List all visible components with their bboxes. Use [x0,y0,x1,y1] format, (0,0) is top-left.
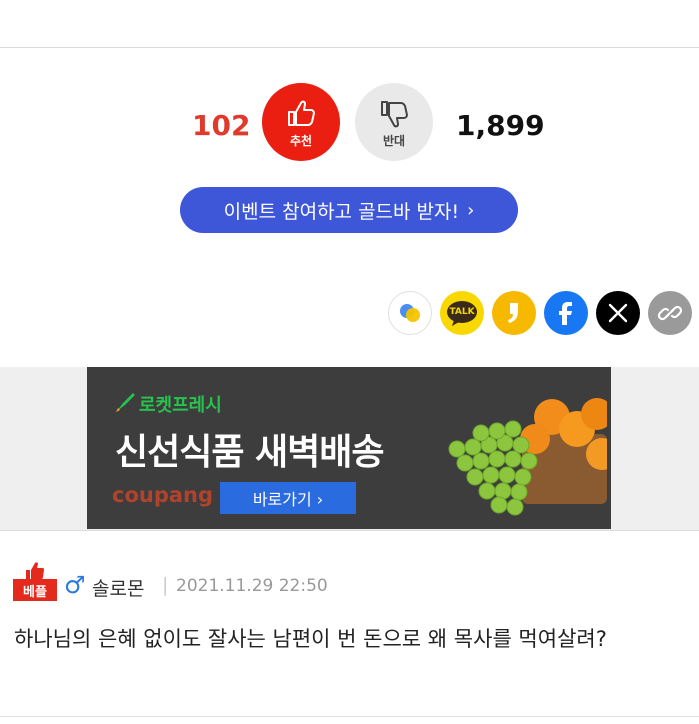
coupang-ad-banner[interactable]: 로켓프레시 신선식품 새벽배송 coupang 바로가기 › [87,367,611,529]
coupang-logo: coupang [112,483,213,507]
facebook-icon [559,302,572,325]
thumbs-down-icon [381,100,408,127]
event-button[interactable]: 이벤트 참여하고 골드바 받자! › [180,187,518,233]
kakaostory-icon [508,303,518,323]
facebook-share[interactable] [544,291,588,335]
thumbs-up-icon [288,100,315,126]
comment-text: 하나님의 은혜 없이도 잘사는 남편이 번 돈으로 왜 목사를 먹여살려? [14,627,607,651]
best-reply-badge: 베플 [13,561,57,601]
ad-go-button[interactable]: 바로가기 › [220,482,356,514]
oppose-label: 반대 [382,133,406,148]
top-divider [0,47,699,48]
share-bar: TALK [388,291,692,335]
comment-author[interactable]: 솔로몬 [92,574,144,601]
comment-divider [0,530,699,531]
ad-title: 신선식품 새벽배송 [115,432,384,473]
fruit-image [448,398,607,516]
kakaostory-share[interactable] [492,291,536,335]
recommend-label: 추천 [289,133,313,148]
kakao-stories-icon [400,304,420,322]
thumbs-up-icon [26,562,44,580]
rocket-icon [116,393,135,412]
x-icon [608,303,628,323]
recommend-count: 102 [192,109,251,142]
bottom-divider [0,716,699,717]
x-share[interactable] [596,291,640,335]
copy-link-share[interactable] [648,291,692,335]
ad-subtitle: 로켓프레시 [139,395,222,416]
link-icon [657,305,683,321]
comment-timestamp: 2021.11.29 22:50 [176,576,328,596]
male-icon: ♂ [64,571,86,599]
oppose-count: 1,899 [456,109,545,142]
oppose-button[interactable]: 반대 [355,83,433,161]
recommend-button[interactable]: 추천 [262,83,340,161]
ad-section: 로켓프레시 신선식품 새벽배송 coupang 바로가기 › [0,367,699,530]
meta-separator: | [162,574,169,596]
chevron-right-icon: › [467,199,475,221]
best-reply-label: 베플 [13,579,57,601]
kakaotalk-text: TALK [449,306,475,317]
event-button-label: 이벤트 참여하고 골드바 받자! [223,200,460,223]
kakao-stories-share[interactable] [388,291,432,335]
coupang-logo-text: coupang [112,483,214,507]
kakaotalk-share[interactable]: TALK [440,291,484,335]
